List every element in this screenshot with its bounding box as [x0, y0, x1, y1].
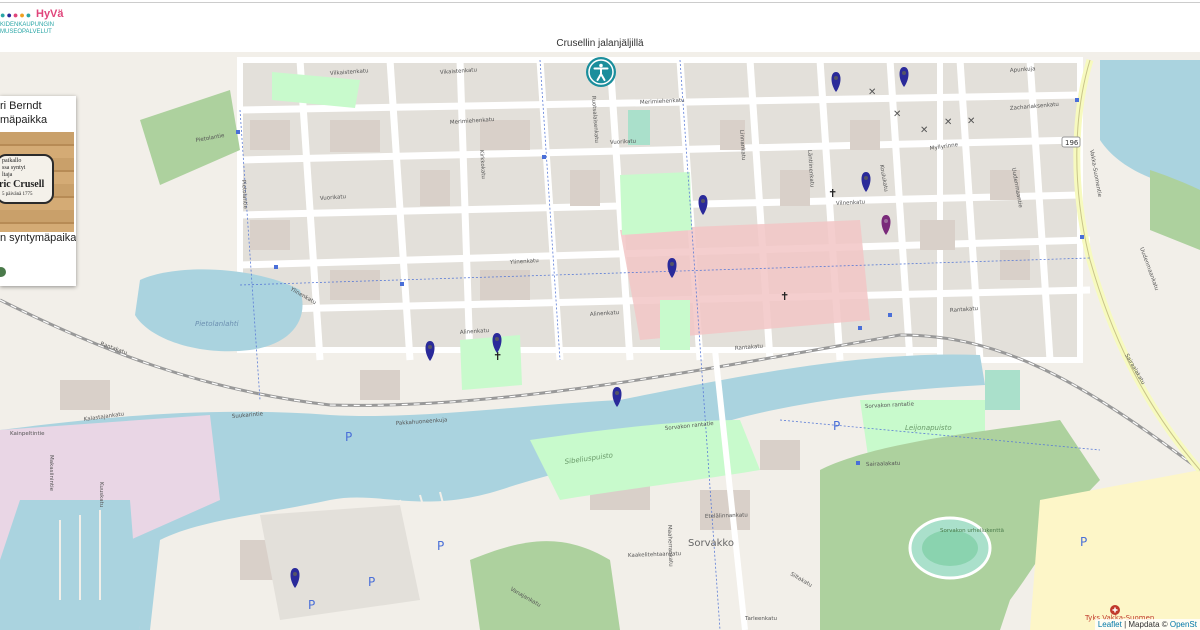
parking-icon: P — [437, 539, 444, 553]
park-label: Leijonapuisto — [905, 424, 952, 432]
street-label: Makasiinintie — [48, 455, 54, 492]
parking-icon: P — [308, 598, 315, 612]
street-label: Kainpeltintie — [10, 431, 45, 437]
map-attribution: Leaflet | Mapdata © OpenSt — [1094, 619, 1200, 630]
popup-caption: n syntymäpaikan — [0, 232, 76, 244]
info-popup[interactable]: ri Berndt mäpaikka paikallo ssa syntyi l… — [0, 96, 76, 286]
attribution-separator: | Mapdata © — [1121, 620, 1170, 629]
church-park — [460, 335, 522, 390]
logo: ●●●●● HyVä KIDENKAUPUNGIN MUSEOPALVELUT — [0, 8, 90, 38]
logo-line2: MUSEOPALVELUT — [0, 29, 52, 35]
church-icon: ✝ — [780, 290, 789, 303]
parking-icon: P — [368, 575, 375, 589]
memorial-plaque: paikallo ssa syntyi ltaja aric Crusell 5… — [0, 154, 54, 204]
popup-title-line1: ri Berndt — [0, 100, 42, 112]
windmill-icon: ✕ — [920, 125, 928, 136]
road-number: 196 — [1065, 139, 1079, 147]
forest-sw — [470, 541, 620, 630]
small-park — [660, 300, 690, 350]
windmill-icon: ✕ — [893, 109, 901, 120]
street-label: Sairaalakatu — [866, 461, 901, 468]
windmill-icon: ✕ — [944, 117, 952, 128]
map-base[interactable]: 196 Vilkaistenkatu Vikaistenkatu Merimie… — [0, 52, 1200, 630]
top-divider — [0, 2, 1200, 3]
page-title: Crusellin jalanjäljillä — [556, 38, 644, 49]
street-label: Tarleenkatu — [744, 616, 777, 622]
logo-brand: HyVä — [36, 8, 64, 20]
lake-label: Pietolanlahti — [195, 320, 239, 328]
stadium-field — [922, 530, 978, 566]
accessibility-button[interactable] — [586, 57, 616, 87]
park-square — [620, 172, 692, 235]
parking-icon: P — [345, 430, 352, 444]
logo-dots: ●●●●● — [0, 10, 33, 20]
stadium-label: Sorvakon urheilukenttä — [940, 528, 1004, 534]
street-label: Kuuskatu — [98, 482, 104, 507]
market-square — [620, 220, 870, 340]
district-label: Sorvakko — [688, 538, 734, 549]
map[interactable]: 196 Vilkaistenkatu Vikaistenkatu Merimie… — [0, 52, 1200, 630]
top-bar: ●●●●● HyVä KIDENKAUPUNGIN MUSEOPALVELUT … — [0, 0, 1200, 52]
parking-icon: P — [833, 419, 840, 433]
logo-line1: KIDENKAUPUNGIN — [0, 22, 55, 28]
windmill-icon: ✕ — [868, 87, 876, 98]
church-icon: ✝ — [828, 187, 837, 200]
sorvakko-peninsula — [260, 505, 420, 620]
windmill-icon: ✕ — [967, 116, 975, 127]
osm-link[interactable]: OpenSt — [1170, 620, 1197, 629]
popup-photo: paikallo ssa syntyi ltaja aric Crusell 5… — [0, 132, 74, 232]
parking-icon: P — [1080, 535, 1087, 549]
popup-title-line2: mäpaikka — [0, 114, 48, 126]
harbour-basin — [0, 500, 140, 630]
pitch-south — [985, 370, 1020, 410]
accessibility-icon — [588, 59, 614, 85]
leaflet-link[interactable]: Leaflet — [1098, 620, 1122, 629]
